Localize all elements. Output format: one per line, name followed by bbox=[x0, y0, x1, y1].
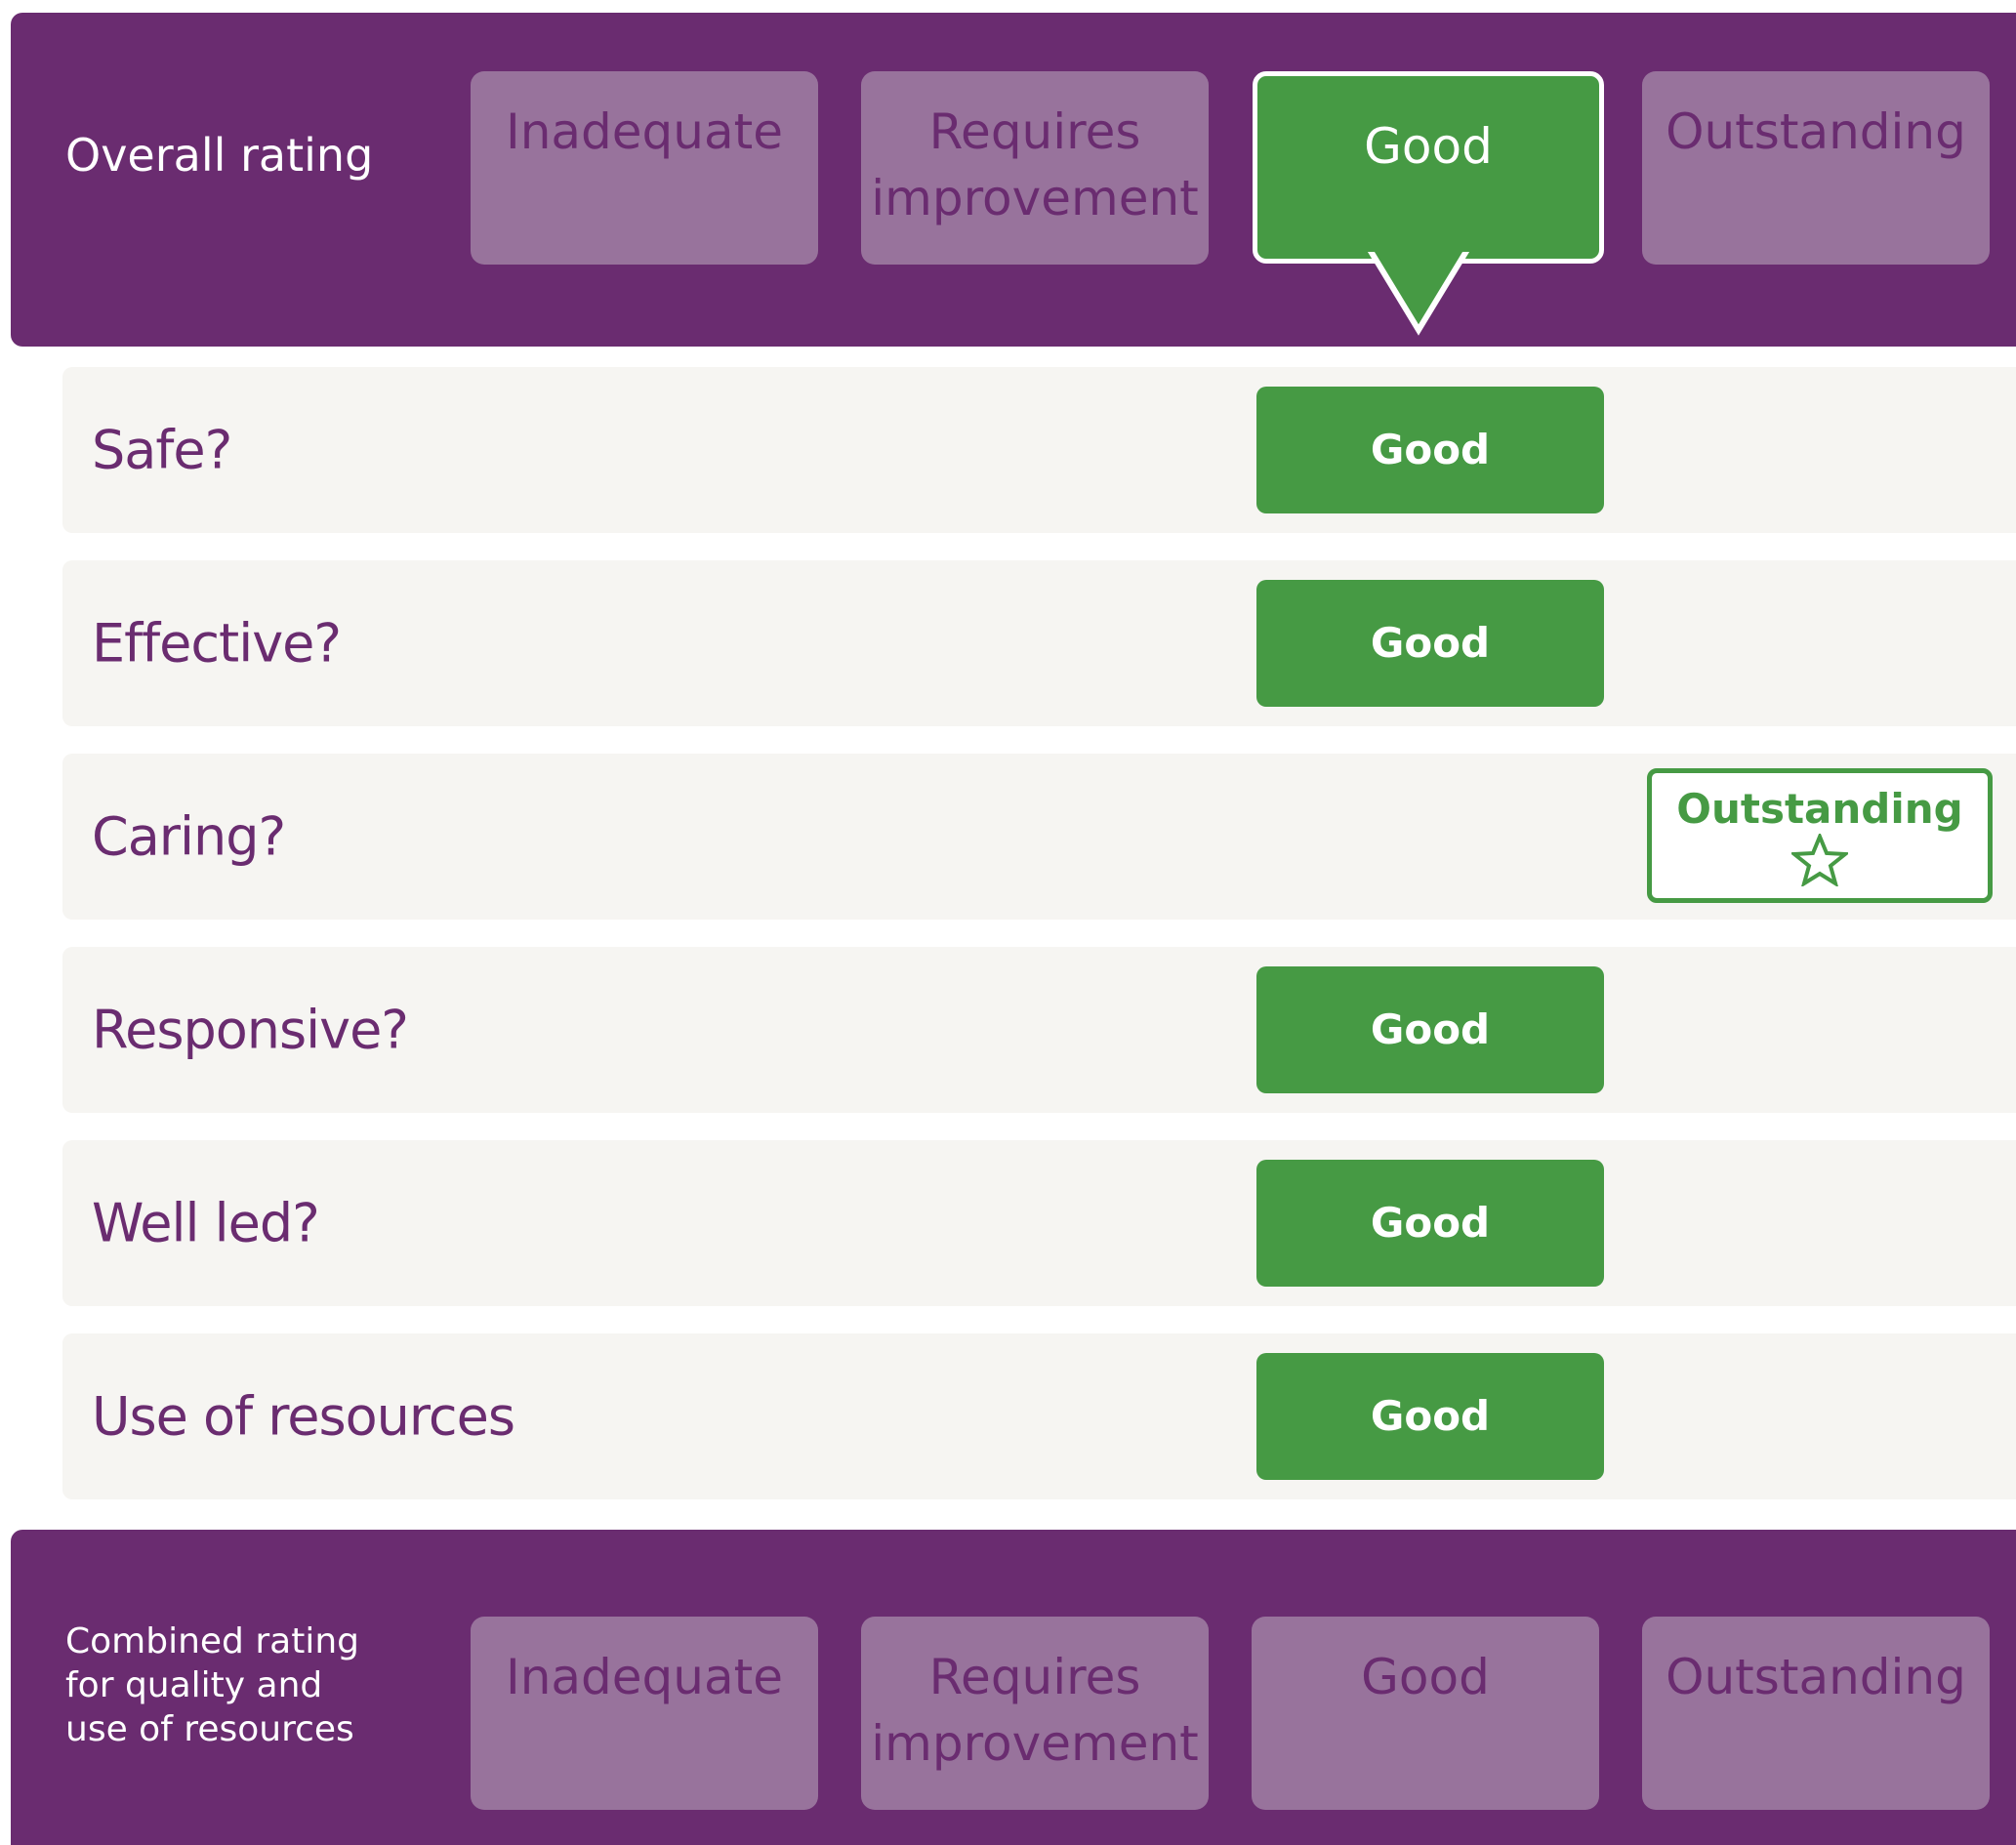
domain-label: Responsive? bbox=[92, 999, 409, 1061]
rating-badge-good: Good bbox=[1256, 1160, 1604, 1287]
overall-option-inadequate: Inadequate bbox=[471, 71, 818, 265]
domain-label: Well led? bbox=[92, 1192, 320, 1254]
overall-rating-label: Overall rating bbox=[65, 129, 374, 182]
rating-badge-text: Outstanding bbox=[1676, 785, 1963, 833]
combined-option-outstanding: Outstanding bbox=[1642, 1617, 1990, 1810]
combined-option-good: Good bbox=[1252, 1617, 1599, 1810]
overall-option-outstanding: Outstanding bbox=[1642, 71, 1990, 265]
domain-row-responsive: Responsive? Good bbox=[62, 947, 2016, 1113]
rating-badge-good: Good bbox=[1256, 1353, 1604, 1480]
combined-rating-band: Combined rating for quality and use of r… bbox=[11, 1530, 2016, 1845]
combined-rating-label: Combined rating for quality and use of r… bbox=[65, 1621, 359, 1749]
star-icon bbox=[1791, 834, 1848, 886]
overall-option-requires-improvement: Requires improvement bbox=[861, 71, 1209, 265]
rating-badge-outstanding: Outstanding bbox=[1647, 768, 1993, 903]
domain-label: Safe? bbox=[92, 419, 232, 481]
domain-label: Effective? bbox=[92, 612, 342, 675]
domain-row-effective: Effective? Good bbox=[62, 560, 2016, 726]
rating-summary: Overall rating Inadequate Requires impro… bbox=[0, 0, 2016, 1845]
overall-rating-band: Overall rating Inadequate Requires impro… bbox=[11, 13, 2016, 347]
domain-row-caring: Caring? Outstanding bbox=[62, 754, 2016, 920]
combined-option-inadequate: Inadequate bbox=[471, 1617, 818, 1810]
rating-badge-good: Good bbox=[1256, 966, 1604, 1093]
domain-label: Use of resources bbox=[92, 1385, 515, 1448]
domain-row-safe: Safe? Good bbox=[62, 367, 2016, 533]
rating-badge-good: Good bbox=[1256, 387, 1604, 513]
combined-option-requires-improvement: Requires improvement bbox=[861, 1617, 1209, 1810]
domain-row-use-of-resources: Use of resources Good bbox=[62, 1333, 2016, 1499]
pointer-arrow-icon bbox=[1365, 244, 1472, 336]
domain-row-well-led: Well led? Good bbox=[62, 1140, 2016, 1306]
rating-badge-good: Good bbox=[1256, 580, 1604, 707]
domain-label: Caring? bbox=[92, 805, 286, 868]
overall-option-good-selected: Good bbox=[1253, 71, 1604, 264]
